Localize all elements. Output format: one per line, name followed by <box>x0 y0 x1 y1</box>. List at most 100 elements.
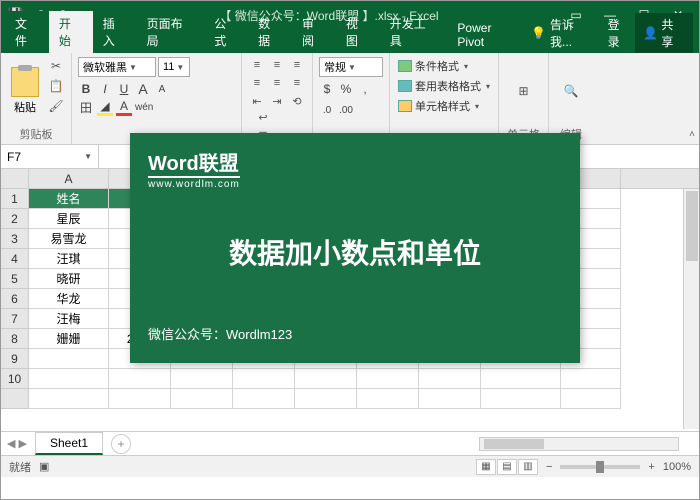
cell[interactable] <box>561 369 621 389</box>
copy-icon[interactable]: 📋 <box>47 77 65 95</box>
format-painter-icon[interactable]: 🖌 <box>47 97 65 115</box>
align-left-icon[interactable]: ≡ <box>248 75 266 91</box>
align-right-icon[interactable]: ≡ <box>288 75 306 91</box>
cell[interactable] <box>109 369 171 389</box>
zoom-level[interactable]: 100% <box>663 461 691 473</box>
table-format-button[interactable]: 套用表格格式▾ <box>396 77 492 95</box>
collapse-ribbon-icon[interactable]: ˄ <box>689 129 695 140</box>
cell[interactable]: 星辰 <box>29 209 109 229</box>
cell[interactable] <box>171 369 233 389</box>
cell[interactable] <box>357 369 419 389</box>
border-button[interactable]: 田 <box>78 98 94 116</box>
vertical-scrollbar[interactable] <box>683 189 699 429</box>
row-header[interactable]: 5 <box>1 269 29 289</box>
row-header[interactable]: 4 <box>1 249 29 269</box>
page-break-view-icon[interactable]: ▥ <box>518 459 538 475</box>
cell[interactable]: 姗姗 <box>29 329 109 349</box>
zoom-out-button[interactable]: − <box>546 461 552 473</box>
macro-record-icon[interactable]: ▣ <box>39 460 49 473</box>
add-sheet-button[interactable]: + <box>111 434 131 454</box>
align-bottom-icon[interactable]: ≡ <box>288 57 306 73</box>
decrease-indent-icon[interactable]: ⇤ <box>248 93 266 109</box>
name-box[interactable]: F7▼ <box>1 145 99 168</box>
cell[interactable] <box>109 389 171 409</box>
horizontal-scrollbar[interactable] <box>479 437 679 451</box>
row-header[interactable]: 2 <box>1 209 29 229</box>
cell[interactable]: 姓名 <box>29 189 109 209</box>
phonetic-button[interactable]: wén <box>135 98 153 116</box>
tab-data[interactable]: 数据 <box>248 11 292 53</box>
cell[interactable]: 华龙 <box>29 289 109 309</box>
row-header[interactable]: 3 <box>1 229 29 249</box>
cell[interactable] <box>29 349 109 369</box>
cell[interactable] <box>233 389 295 409</box>
row-header[interactable]: 9 <box>1 349 29 369</box>
cell[interactable]: 汪琪 <box>29 249 109 269</box>
tab-layout[interactable]: 页面布局 <box>137 11 205 53</box>
decrease-font-icon[interactable]: A <box>154 80 170 98</box>
zoom-in-button[interactable]: + <box>648 461 654 473</box>
cell[interactable] <box>357 389 419 409</box>
font-color-button[interactable]: A <box>116 98 132 116</box>
cell[interactable] <box>233 369 295 389</box>
tab-insert[interactable]: 插入 <box>93 11 137 53</box>
align-middle-icon[interactable]: ≡ <box>268 57 286 73</box>
sheet-nav[interactable]: ◀ ▶ <box>7 437 27 450</box>
cell[interactable]: 晓研 <box>29 269 109 289</box>
row-header[interactable]: 7 <box>1 309 29 329</box>
conditional-format-button[interactable]: 条件格式▾ <box>396 57 492 75</box>
tab-review[interactable]: 审阅 <box>292 11 336 53</box>
cell[interactable] <box>419 369 481 389</box>
tab-pivot[interactable]: Power Pivot <box>447 17 531 53</box>
increase-indent-icon[interactable]: ⇥ <box>268 93 286 109</box>
comma-icon[interactable]: , <box>357 80 373 98</box>
cut-icon[interactable]: ✂ <box>47 57 65 75</box>
tell-me[interactable]: 告诉我... <box>550 16 596 50</box>
zoom-slider[interactable] <box>560 465 640 469</box>
cell[interactable] <box>29 369 109 389</box>
select-all-corner[interactable] <box>1 169 29 188</box>
share-button[interactable]: 👤共享 <box>635 13 693 53</box>
currency-icon[interactable]: $ <box>319 80 335 98</box>
row-header[interactable] <box>1 389 29 409</box>
percent-icon[interactable]: % <box>338 80 354 98</box>
font-name-combo[interactable]: 微软雅黑▼ <box>78 57 156 77</box>
increase-font-icon[interactable]: A <box>135 80 151 98</box>
number-format-combo[interactable]: 常规▼ <box>319 57 383 77</box>
cell[interactable] <box>419 389 481 409</box>
cell[interactable] <box>295 389 357 409</box>
cell[interactable] <box>295 369 357 389</box>
cell[interactable] <box>481 369 561 389</box>
decrease-decimal-icon[interactable]: .00 <box>338 101 354 119</box>
italic-button[interactable]: I <box>97 80 113 98</box>
tab-formula[interactable]: 公式 <box>204 11 248 53</box>
row-header[interactable]: 6 <box>1 289 29 309</box>
tab-dev[interactable]: 开发工具 <box>380 11 448 53</box>
orientation-icon[interactable]: ⟲ <box>288 93 306 109</box>
row-header[interactable]: 8 <box>1 329 29 349</box>
tab-file[interactable]: 文件 <box>5 11 49 53</box>
bold-button[interactable]: B <box>78 80 94 98</box>
cell[interactable] <box>481 389 561 409</box>
cell[interactable]: 易雪龙 <box>29 229 109 249</box>
underline-button[interactable]: U <box>116 80 132 98</box>
sheet-tab-1[interactable]: Sheet1 <box>35 432 103 455</box>
wrap-text-icon[interactable]: ↩ <box>252 109 274 125</box>
row-header[interactable]: 1 <box>1 189 29 209</box>
cell[interactable]: 汪梅 <box>29 309 109 329</box>
align-top-icon[interactable]: ≡ <box>248 57 266 73</box>
increase-decimal-icon[interactable]: .0 <box>319 101 335 119</box>
font-size-combo[interactable]: 11▼ <box>158 57 190 77</box>
tab-view[interactable]: 视图 <box>336 11 380 53</box>
cell[interactable] <box>29 389 109 409</box>
column-header[interactable]: A <box>29 169 109 188</box>
fill-color-button[interactable]: ◢ <box>97 98 113 116</box>
align-center-icon[interactable]: ≡ <box>268 75 286 91</box>
cell[interactable] <box>171 389 233 409</box>
cell-styles-button[interactable]: 单元格样式▾ <box>396 97 492 115</box>
row-header[interactable]: 10 <box>1 369 29 389</box>
page-layout-view-icon[interactable]: ▤ <box>497 459 517 475</box>
cell[interactable] <box>561 389 621 409</box>
login-link[interactable]: 登录 <box>608 16 632 50</box>
tab-home[interactable]: 开始 <box>49 11 93 53</box>
